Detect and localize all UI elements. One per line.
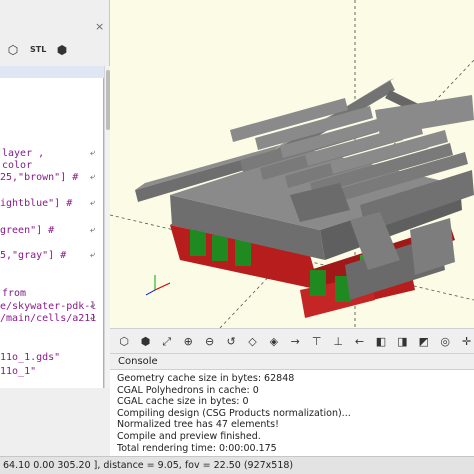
reset-view-icon[interactable]: ↺	[223, 334, 239, 350]
render-icon[interactable]: ⬢	[54, 42, 70, 58]
status-bar: 64.10 0.00 305.20 ], distance = 9.05, fo…	[0, 456, 474, 474]
green-via	[235, 240, 251, 266]
console-line: Normalized tree has 47 elements!	[117, 419, 279, 431]
render-view-icon[interactable]: ⬢	[137, 334, 153, 350]
console-line: Total rendering time: 0:00:00.175	[117, 442, 277, 454]
view-right-icon[interactable]: →	[287, 334, 303, 350]
green-via	[190, 230, 206, 256]
console-output: Geometry cache size in bytes: 62848 CGAL …	[110, 370, 474, 456]
wrap-indicator-icon: ⤶	[90, 301, 96, 311]
view-toolbar: ⬡ ⬢ ⤢ ⊕ ⊖ ↺ ◇ ◈ → ⊤ ⊥ ← ◧ ◨ ◩ ◎ ✛	[110, 328, 474, 354]
orthogonal-icon[interactable]: ◈	[266, 334, 282, 350]
close-editor-icon[interactable]: ×	[95, 20, 104, 33]
wrap-indicator-icon: ⤶	[90, 225, 96, 235]
editor-toolbar: × ⬡ STL ⬢	[0, 0, 110, 66]
view-back-icon[interactable]: ◨	[394, 334, 410, 350]
view-top-icon[interactable]: ⊤	[309, 334, 325, 350]
wrap-indicator-icon: ⤶	[90, 172, 96, 182]
export-stl-icon[interactable]: STL	[30, 42, 46, 58]
view-bottom-icon[interactable]: ⊥	[330, 334, 346, 350]
preview-icon[interactable]: ⬡	[5, 42, 21, 58]
console-title: Console	[110, 354, 474, 370]
green-via	[212, 235, 228, 261]
view-front-icon[interactable]: ◧	[373, 334, 389, 350]
console-line: Compile and preview finished.	[117, 430, 261, 442]
code-line: ightblue"] #	[0, 198, 73, 209]
3d-viewport[interactable]	[110, 0, 474, 328]
code-line: 11o_1.gds"	[0, 352, 61, 363]
code-line: e/skywater-pdk-l	[0, 301, 97, 312]
code-line: color	[2, 160, 33, 171]
view-left-icon[interactable]: ←	[352, 334, 368, 350]
wrap-indicator-icon: ⤶	[90, 198, 96, 208]
code-line: layer ,	[2, 148, 45, 159]
current-line-highlight	[0, 66, 104, 78]
code-line: 5,"gray"] #	[0, 250, 67, 261]
show-axes-icon[interactable]: ✛	[459, 334, 474, 350]
code-line: 11o_1"	[0, 366, 37, 377]
code-line: green"] #	[0, 225, 55, 236]
perspective-icon[interactable]: ◇	[244, 334, 260, 350]
code-line: 25,"brown"] #	[0, 172, 79, 183]
zoom-all-icon[interactable]: ⤢	[159, 334, 175, 350]
console-line: CGAL Polyhedrons in cache: 0	[117, 384, 259, 396]
axis-indicator	[145, 275, 171, 296]
green-via	[310, 270, 326, 296]
code-line: from	[2, 288, 27, 299]
axis-indicator-x	[154, 282, 171, 291]
wrap-indicator-icon: ⤶	[90, 148, 96, 158]
preview-view-icon[interactable]: ⬡	[116, 334, 132, 350]
wrap-indicator-icon: ⤶	[90, 250, 96, 260]
wrap-indicator-icon: ⤶	[90, 313, 96, 323]
view-diag-icon[interactable]: ◩	[416, 334, 432, 350]
code-line: /main/cells/a211	[0, 313, 97, 324]
rendered-model	[110, 0, 474, 328]
zoom-in-icon[interactable]: ⊕	[180, 334, 196, 350]
axis-indicator-y	[145, 289, 156, 296]
console-line: CGAL cache size in bytes: 0	[117, 396, 249, 408]
console-line: Compiling design (CSG Products normaliza…	[117, 407, 351, 419]
zoom-out-icon[interactable]: ⊖	[202, 334, 218, 350]
console-line: Geometry cache size in bytes: 62848	[117, 373, 295, 384]
view-center-icon[interactable]: ◎	[437, 334, 453, 350]
code-editor[interactable]: layer , color 25,"brown"] # ightblue"] # gr…	[0, 66, 104, 388]
openscad-window: × ⬡ STL ⬢ layer , color 25,"brown"] # ight…	[0, 0, 474, 474]
